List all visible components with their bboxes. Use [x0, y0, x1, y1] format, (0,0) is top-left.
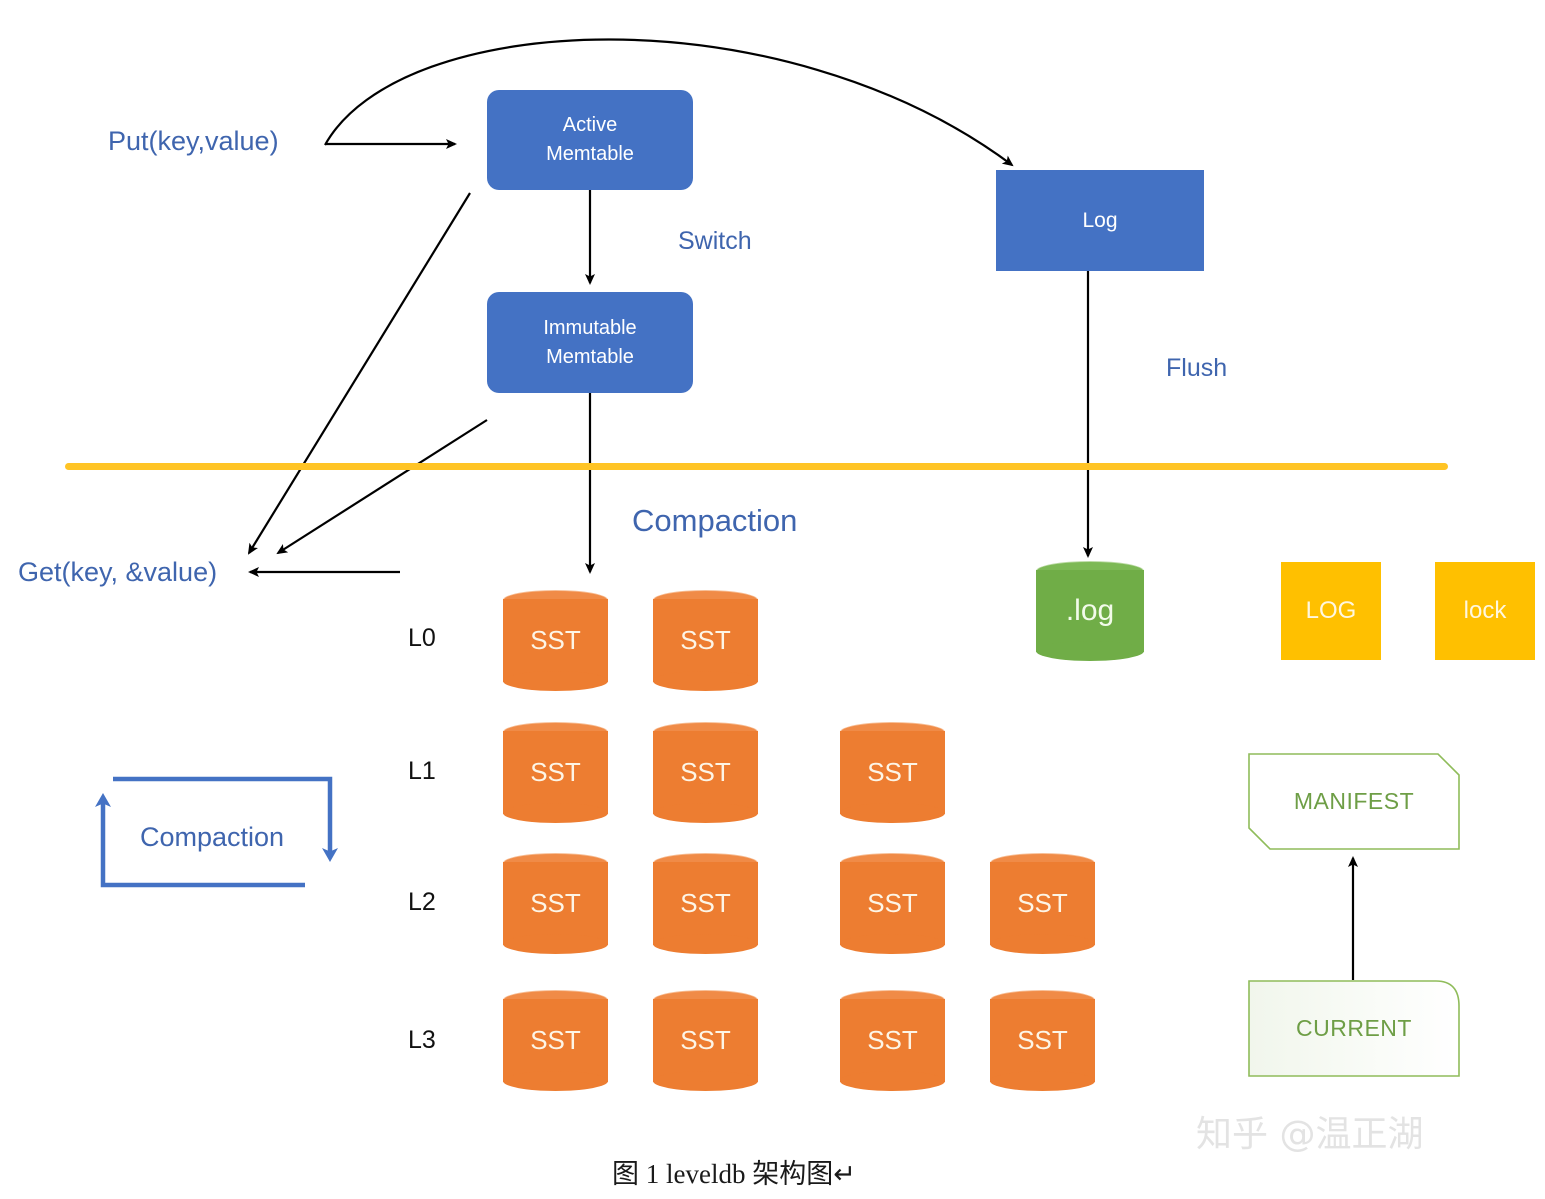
sst-label: SST [530, 1025, 581, 1055]
sst-label: SST [530, 625, 581, 655]
compaction-title-label: Compaction [632, 503, 798, 538]
sst-cylinder[interactable]: SST [653, 990, 758, 1091]
log-text-file-box[interactable]: LOG [1281, 562, 1381, 660]
sst-cylinder[interactable]: SST [503, 990, 608, 1091]
sst-label: SST [1017, 1025, 1068, 1055]
level-label-L0: L0 [408, 624, 436, 652]
sst-label: SST [867, 757, 918, 787]
sst-label: SST [867, 888, 918, 918]
sst-cylinder[interactable]: SST [503, 590, 608, 691]
log-file-cylinder[interactable]: .log [1036, 561, 1144, 661]
sst-label: SST [680, 1025, 731, 1055]
sst-cylinder[interactable]: SST [840, 990, 945, 1091]
sst-label: SST [530, 757, 581, 787]
switch-label: Switch [678, 227, 752, 255]
level-label-L2: L2 [408, 888, 436, 916]
sst-label: SST [680, 757, 731, 787]
leveldb-architecture-diagram: Active Memtable Immutable Memtable Log P… [0, 0, 1545, 1199]
arrow-active-memtable-to-get [247, 192, 471, 555]
active-memtable-box[interactable]: Active Memtable [487, 90, 693, 190]
manifest-file-shape[interactable]: MANIFEST [1248, 753, 1460, 850]
put-label: Put(key,value) [108, 126, 279, 156]
level-label-L1: L1 [408, 757, 436, 785]
compaction-legend-label: Compaction [140, 822, 285, 852]
sst-cylinder[interactable]: SST [990, 853, 1095, 954]
sst-cylinder[interactable]: SST [503, 853, 608, 954]
current-file-shape[interactable]: CURRENT [1248, 980, 1460, 1077]
arrow-immutable-memtable-to-get [276, 419, 488, 555]
get-label: Get(key, &value) [18, 557, 218, 587]
log-box[interactable]: Log [996, 170, 1204, 271]
sst-label: SST [867, 1025, 918, 1055]
immutable-memtable-box[interactable]: Immutable Memtable [487, 292, 693, 393]
sst-cylinder[interactable]: SST [503, 722, 608, 823]
sst-label: SST [680, 625, 731, 655]
sst-cylinder[interactable]: SST [653, 722, 758, 823]
sst-cylinder[interactable]: SST [990, 990, 1095, 1091]
level-label-L3: L3 [408, 1026, 436, 1054]
sst-label: SST [1017, 888, 1068, 918]
sst-cylinder[interactable]: SST [840, 722, 945, 823]
sst-cylinder[interactable]: SST [653, 853, 758, 954]
current-label: CURRENT [1296, 1015, 1412, 1041]
sst-cylinder[interactable]: SST [840, 853, 945, 954]
sst-label: SST [680, 888, 731, 918]
memory-disk-divider [65, 463, 1448, 470]
flush-label: Flush [1166, 354, 1228, 382]
lock-file-box[interactable]: lock [1435, 562, 1535, 660]
manifest-label: MANIFEST [1293, 788, 1415, 814]
log-file-label: .log [1065, 594, 1115, 627]
figure-caption: 图 1 leveldb 架构图↵ [612, 1159, 856, 1189]
zhihu-watermark: 知乎 @温正湖 [1196, 1114, 1424, 1155]
sst-cylinder[interactable]: SST [653, 590, 758, 691]
sst-label: SST [530, 888, 581, 918]
